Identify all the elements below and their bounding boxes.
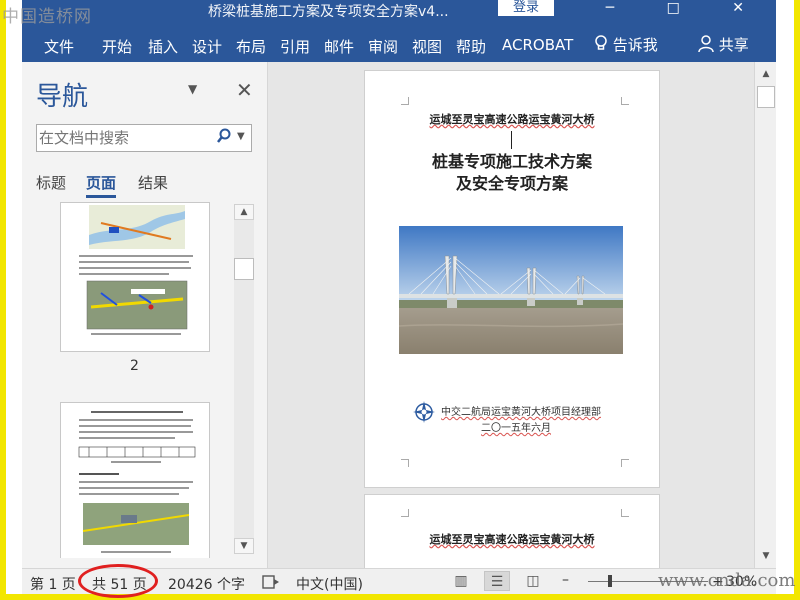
share-label: 共享 — [718, 36, 749, 54]
language-indicator[interactable]: 中文(中国) — [296, 574, 363, 594]
page-number: 2 — [130, 358, 139, 374]
navigation-pane: 导航 ▼ ✕ ▼ 标题 页面 结果 — [22, 62, 268, 568]
search-icon[interactable] — [217, 127, 231, 146]
document-page-2[interactable]: 运城至灵宝高速公路运宝黄河大桥 — [364, 494, 660, 568]
read-mode-icon[interactable]: ▥ — [448, 571, 474, 591]
scroll-down-icon[interactable]: ▼ — [234, 538, 254, 554]
tab-help[interactable]: 帮助 — [456, 36, 486, 57]
page-header: 运城至灵宝高速公路运宝黄河大桥 — [429, 113, 595, 126]
organization-name: 中交二航局运宝黄河大桥项目经理部 — [441, 407, 601, 418]
tell-me-button[interactable]: 告诉我 — [594, 34, 658, 55]
scroll-up-icon[interactable]: ▲ — [757, 66, 775, 82]
document-title: 桥梁桩基施工方案及专项安全方案v4... — [208, 4, 449, 20]
print-layout-icon[interactable]: ☰ — [484, 571, 510, 591]
company-logo-icon — [413, 401, 435, 423]
tab-pages[interactable]: 页面 — [86, 172, 117, 198]
corner-mark — [401, 97, 409, 105]
organization-block: 中交二航局运宝黄河大桥项目经理部 二〇一五年六月 — [413, 399, 633, 439]
corner-mark — [401, 509, 409, 517]
tab-home[interactable]: 开始 — [102, 36, 132, 57]
tab-design[interactable]: 设计 — [192, 36, 222, 57]
page-indicator[interactable]: 第 1 页 — [30, 574, 76, 594]
tab-insert[interactable]: 插入 — [148, 36, 178, 57]
title-line-1: 桩基专项施工技术方案 — [431, 152, 592, 171]
tab-acrobat[interactable]: ACROBAT — [502, 36, 573, 54]
highlight-circle — [78, 564, 158, 598]
search-input[interactable] — [39, 127, 209, 149]
corner-mark — [401, 459, 409, 467]
read-aloud-icon[interactable] — [262, 574, 280, 592]
corner-mark — [621, 459, 629, 467]
thumbnail-scrollbar[interactable]: ▲ ▼ — [234, 204, 254, 554]
watermark-top: 中国造桥网 — [2, 7, 92, 27]
document-title-block: 桩基专项施工技术方案 及安全专项方案 — [365, 151, 659, 195]
corner-mark — [621, 509, 629, 517]
title-line-2: 及安全专项方案 — [455, 174, 568, 193]
tab-references[interactable]: 引用 — [280, 36, 310, 57]
title-bar: 桥梁桩基施工方案及专项安全方案v4... 登录 ─ □ ✕ — [22, 0, 776, 28]
scroll-handle[interactable] — [234, 258, 254, 280]
maximize-icon[interactable]: □ — [667, 0, 704, 16]
document-page-1[interactable]: 运城至灵宝高速公路运宝黄河大桥 桩基专项施工技术方案 及安全专项方案 中交二航局… — [364, 70, 660, 488]
tab-headings[interactable]: 标题 — [36, 172, 66, 193]
document-date: 二〇一五年六月 — [481, 423, 551, 434]
zoom-out-button[interactable]: – — [562, 572, 569, 588]
close-window-icon[interactable]: ✕ — [732, 0, 768, 16]
page-thumbnail[interactable] — [60, 202, 210, 352]
person-icon — [698, 35, 719, 54]
tab-review[interactable]: 审阅 — [368, 36, 398, 57]
page-header: 运城至灵宝高速公路运宝黄河大桥 — [429, 533, 595, 546]
page-thumbnails: 2 — [22, 202, 252, 558]
scroll-handle[interactable] — [757, 86, 775, 108]
tab-mailings[interactable]: 邮件 — [324, 36, 354, 57]
tab-file[interactable]: 文件 — [44, 36, 74, 57]
workspace: 导航 ▼ ✕ ▼ 标题 页面 结果 — [22, 62, 776, 568]
page-thumbnail[interactable] — [60, 402, 210, 558]
ribbon: 文件 开始 插入 设计 布局 引用 邮件 审阅 视图 帮助 ACROBAT 告诉… — [22, 28, 776, 62]
lightbulb-icon — [594, 35, 613, 54]
nav-title: 导航 — [36, 82, 89, 112]
chevron-down-icon[interactable]: ▼ — [188, 82, 197, 96]
share-button[interactable]: 共享 — [698, 34, 749, 55]
bridge-photo — [399, 226, 623, 354]
word-count[interactable]: 20426 个字 — [168, 574, 245, 594]
text-cursor — [511, 131, 512, 149]
watermark-bottom: www.cnda.com — [658, 570, 796, 591]
login-button[interactable]: 登录 — [498, 0, 554, 16]
tab-results[interactable]: 结果 — [138, 172, 168, 193]
corner-mark — [621, 97, 629, 105]
minimize-icon[interactable]: ─ — [606, 0, 638, 16]
window-controls: ─ □ ✕ — [606, 0, 768, 16]
scroll-up-icon[interactable]: ▲ — [234, 204, 254, 220]
search-options-icon[interactable]: ▼ — [237, 131, 245, 142]
tell-me-label: 告诉我 — [612, 36, 658, 54]
tab-layout[interactable]: 布局 — [236, 36, 266, 57]
search-box: ▼ — [36, 124, 252, 152]
scroll-down-icon[interactable]: ▼ — [757, 548, 775, 564]
tab-view[interactable]: 视图 — [412, 36, 442, 57]
zoom-slider-handle[interactable] — [608, 575, 612, 587]
close-icon[interactable]: ✕ — [236, 78, 253, 102]
document-canvas: 运城至灵宝高速公路运宝黄河大桥 桩基专项施工技术方案 及安全专项方案 中交二航局… — [270, 62, 754, 568]
web-layout-icon[interactable]: ◫ — [520, 571, 546, 591]
document-scrollbar[interactable]: ▲ ▼ — [754, 62, 776, 568]
